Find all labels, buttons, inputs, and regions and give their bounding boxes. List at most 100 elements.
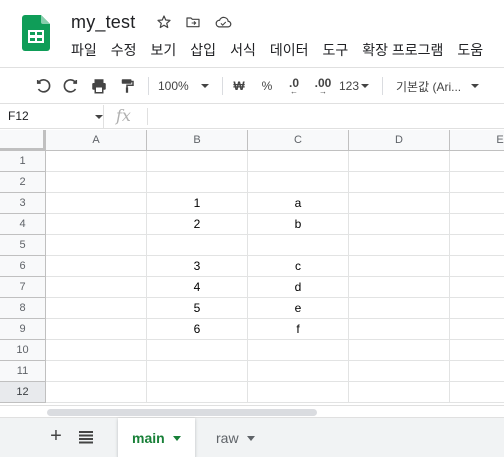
name-box[interactable]: F12: [0, 105, 104, 128]
cell-A12[interactable]: [46, 382, 147, 403]
sheet-tab-raw[interactable]: raw: [202, 418, 269, 457]
cell-C3[interactable]: a: [248, 193, 349, 214]
cell-E6[interactable]: [450, 256, 504, 277]
cell-B4[interactable]: 2: [147, 214, 248, 235]
row-header[interactable]: 12: [0, 382, 46, 403]
cell-C7[interactable]: d: [248, 277, 349, 298]
cell-D9[interactable]: [349, 319, 450, 340]
move-to-folder-icon[interactable]: [183, 12, 203, 32]
cell-D4[interactable]: [349, 214, 450, 235]
cell-C8[interactable]: e: [248, 298, 349, 319]
menu-tools[interactable]: 도구: [322, 40, 348, 60]
row-header[interactable]: 9: [0, 319, 46, 340]
column-header[interactable]: C: [248, 130, 349, 151]
cell-C5[interactable]: [248, 235, 349, 256]
row-header[interactable]: 5: [0, 235, 46, 256]
document-title[interactable]: my_test: [71, 12, 135, 33]
cell-E12[interactable]: [450, 382, 504, 403]
cell-D5[interactable]: [349, 235, 450, 256]
horizontal-scrollbar[interactable]: [0, 405, 504, 417]
percent-format-button[interactable]: %: [258, 74, 276, 98]
cell-E8[interactable]: [450, 298, 504, 319]
scrollbar-thumb[interactable]: [47, 409, 317, 416]
column-header[interactable]: A: [46, 130, 147, 151]
undo-icon[interactable]: [31, 74, 55, 98]
all-sheets-menu-icon[interactable]: [79, 430, 93, 444]
menu-format[interactable]: 서식: [230, 40, 256, 60]
column-header[interactable]: B: [147, 130, 248, 151]
cell-B2[interactable]: [147, 172, 248, 193]
row-header[interactable]: 1: [0, 151, 46, 172]
cell-B7[interactable]: 4: [147, 277, 248, 298]
row-header[interactable]: 6: [0, 256, 46, 277]
cell-D3[interactable]: [349, 193, 450, 214]
chevron-down-icon[interactable]: [172, 435, 181, 441]
cell-B12[interactable]: [147, 382, 248, 403]
cell-E11[interactable]: [450, 361, 504, 382]
cell-B1[interactable]: [147, 151, 248, 172]
select-all-corner[interactable]: [0, 130, 46, 151]
cell-A6[interactable]: [46, 256, 147, 277]
cell-E9[interactable]: [450, 319, 504, 340]
row-header[interactable]: 10: [0, 340, 46, 361]
row-header[interactable]: 4: [0, 214, 46, 235]
zoom-select[interactable]: 100%: [158, 74, 214, 98]
cell-A10[interactable]: [46, 340, 147, 361]
row-header[interactable]: 8: [0, 298, 46, 319]
currency-format-button[interactable]: ₩: [230, 74, 248, 98]
sheet-tab-main[interactable]: main: [118, 418, 195, 457]
cell-D8[interactable]: [349, 298, 450, 319]
print-icon[interactable]: [87, 74, 111, 98]
cell-B10[interactable]: [147, 340, 248, 361]
cell-A3[interactable]: [46, 193, 147, 214]
cell-C11[interactable]: [248, 361, 349, 382]
cell-E3[interactable]: [450, 193, 504, 214]
cell-D7[interactable]: [349, 277, 450, 298]
cloud-status-icon[interactable]: [213, 12, 233, 32]
add-sheet-button[interactable]: +: [46, 426, 66, 447]
column-header[interactable]: E: [450, 130, 504, 151]
increase-decimal-button[interactable]: .00 →: [311, 74, 335, 98]
column-header[interactable]: D: [349, 130, 450, 151]
cell-C6[interactable]: c: [248, 256, 349, 277]
cell-C9[interactable]: f: [248, 319, 349, 340]
cell-B5[interactable]: [147, 235, 248, 256]
font-family-select[interactable]: 기본값 (Ari...: [396, 74, 488, 98]
sheets-logo-icon[interactable]: [22, 15, 50, 51]
cell-C12[interactable]: [248, 382, 349, 403]
cell-A1[interactable]: [46, 151, 147, 172]
cell-A5[interactable]: [46, 235, 147, 256]
menu-extensions[interactable]: 확장 프로그램: [362, 40, 443, 60]
row-header[interactable]: 2: [0, 172, 46, 193]
cell-A9[interactable]: [46, 319, 147, 340]
cell-C2[interactable]: [248, 172, 349, 193]
cell-A2[interactable]: [46, 172, 147, 193]
chevron-down-icon[interactable]: [246, 435, 255, 441]
menu-data[interactable]: 데이터: [270, 40, 309, 60]
menu-view[interactable]: 보기: [151, 40, 177, 60]
cell-C10[interactable]: [248, 340, 349, 361]
cell-B9[interactable]: 6: [147, 319, 248, 340]
cell-D11[interactable]: [349, 361, 450, 382]
cell-B11[interactable]: [147, 361, 248, 382]
cell-E7[interactable]: [450, 277, 504, 298]
cell-C1[interactable]: [248, 151, 349, 172]
cell-E10[interactable]: [450, 340, 504, 361]
cell-B6[interactable]: 3: [147, 256, 248, 277]
paint-format-icon[interactable]: [115, 74, 139, 98]
menu-edit[interactable]: 수정: [111, 40, 137, 60]
redo-icon[interactable]: [59, 74, 83, 98]
cell-D12[interactable]: [349, 382, 450, 403]
row-header[interactable]: 7: [0, 277, 46, 298]
menu-insert[interactable]: 삽입: [190, 40, 216, 60]
cell-D1[interactable]: [349, 151, 450, 172]
cell-A11[interactable]: [46, 361, 147, 382]
more-formats-select[interactable]: 123: [339, 74, 373, 98]
cell-D2[interactable]: [349, 172, 450, 193]
star-icon[interactable]: [154, 12, 174, 32]
cell-B8[interactable]: 5: [147, 298, 248, 319]
decrease-decimal-button[interactable]: .0 ←: [283, 74, 305, 98]
menu-file[interactable]: 파일: [71, 40, 97, 60]
cell-A8[interactable]: [46, 298, 147, 319]
cell-C4[interactable]: b: [248, 214, 349, 235]
